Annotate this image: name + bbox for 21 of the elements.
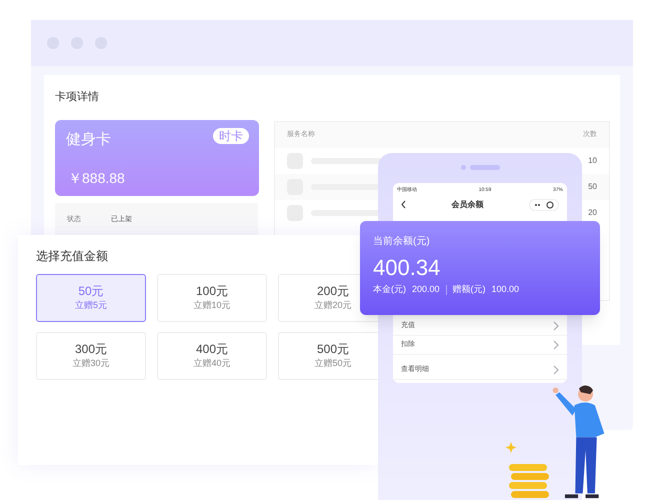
panel-title: 卡项详情 [55,90,99,105]
amount-option[interactable]: 500元 立赠50元 [278,332,378,380]
back-icon[interactable] [401,200,406,209]
speaker-slot [470,165,500,170]
principal-value: 200.00 [412,283,440,296]
table-cell: 50 [588,181,597,193]
amount-option[interactable]: 400元 立赠40元 [157,332,267,380]
card-name: 健身卡 [66,130,111,150]
card-amount: ￥888.88 [68,169,125,188]
screen-title: 会员余额 [450,198,484,210]
coin-stack-drawing [503,442,551,498]
capsule-menu-icon[interactable] [529,198,559,210]
recharge-title: 选择充值金额 [36,248,108,265]
table-cell: 20 [588,207,597,219]
balance-label: 当前余额(元) [373,234,430,249]
amount-option[interactable]: 300元 立赠30元 [36,332,146,380]
table-cell: 10 [588,155,597,167]
amount-option[interactable]: 100元 立赠10元 [157,274,267,322]
chevron-right-icon [553,365,559,375]
bonus-value: 100.00 [492,283,520,296]
bonus-label: 赠额(元) [452,283,486,296]
